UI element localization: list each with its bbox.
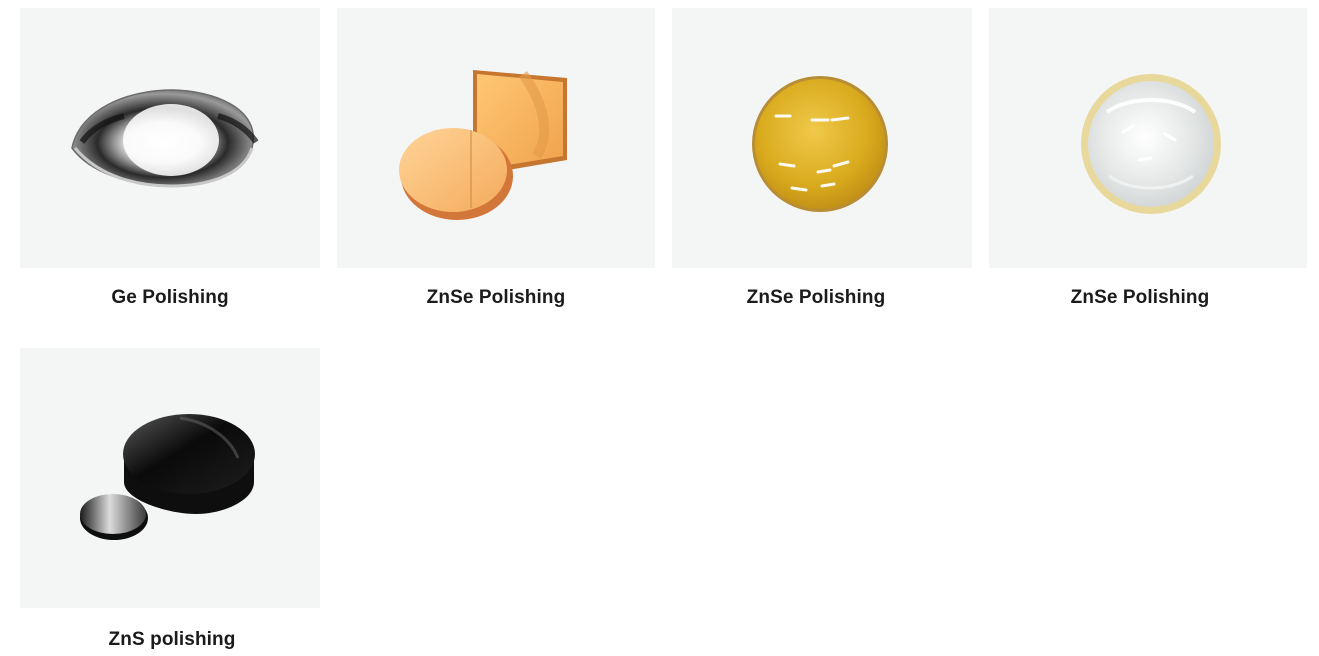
znse-clear-lens-icon [1081, 74, 1221, 214]
product-title[interactable]: Ge Polishing [20, 286, 320, 310]
product-image[interactable] [989, 8, 1307, 268]
znse-window-pair-icon [399, 70, 567, 220]
product-card-zns-polishing[interactable]: ZnS polishing [20, 348, 320, 654]
product-title[interactable]: ZnS polishing [20, 628, 324, 652]
product-title[interactable]: ZnSe Polishing [989, 286, 1291, 310]
product-card-znse-polishing-windows[interactable]: ZnSe Polishing [337, 8, 655, 310]
product-title[interactable]: ZnSe Polishing [337, 286, 655, 310]
znse-round-lens-icon [752, 76, 888, 212]
product-image[interactable] [20, 8, 320, 268]
germanium-lens-icon [71, 89, 259, 188]
product-card-znse-polishing-clear[interactable]: ZnSe Polishing [989, 8, 1307, 310]
product-image[interactable] [20, 348, 320, 608]
product-image[interactable] [672, 8, 972, 268]
product-card-znse-polishing-round[interactable]: ZnSe Polishing [672, 8, 972, 310]
zns-disc-pair-icon [80, 414, 255, 540]
product-title[interactable]: ZnSe Polishing [672, 286, 960, 310]
product-card-ge-polishing[interactable]: Ge Polishing [20, 8, 320, 310]
product-image[interactable] [337, 8, 655, 268]
